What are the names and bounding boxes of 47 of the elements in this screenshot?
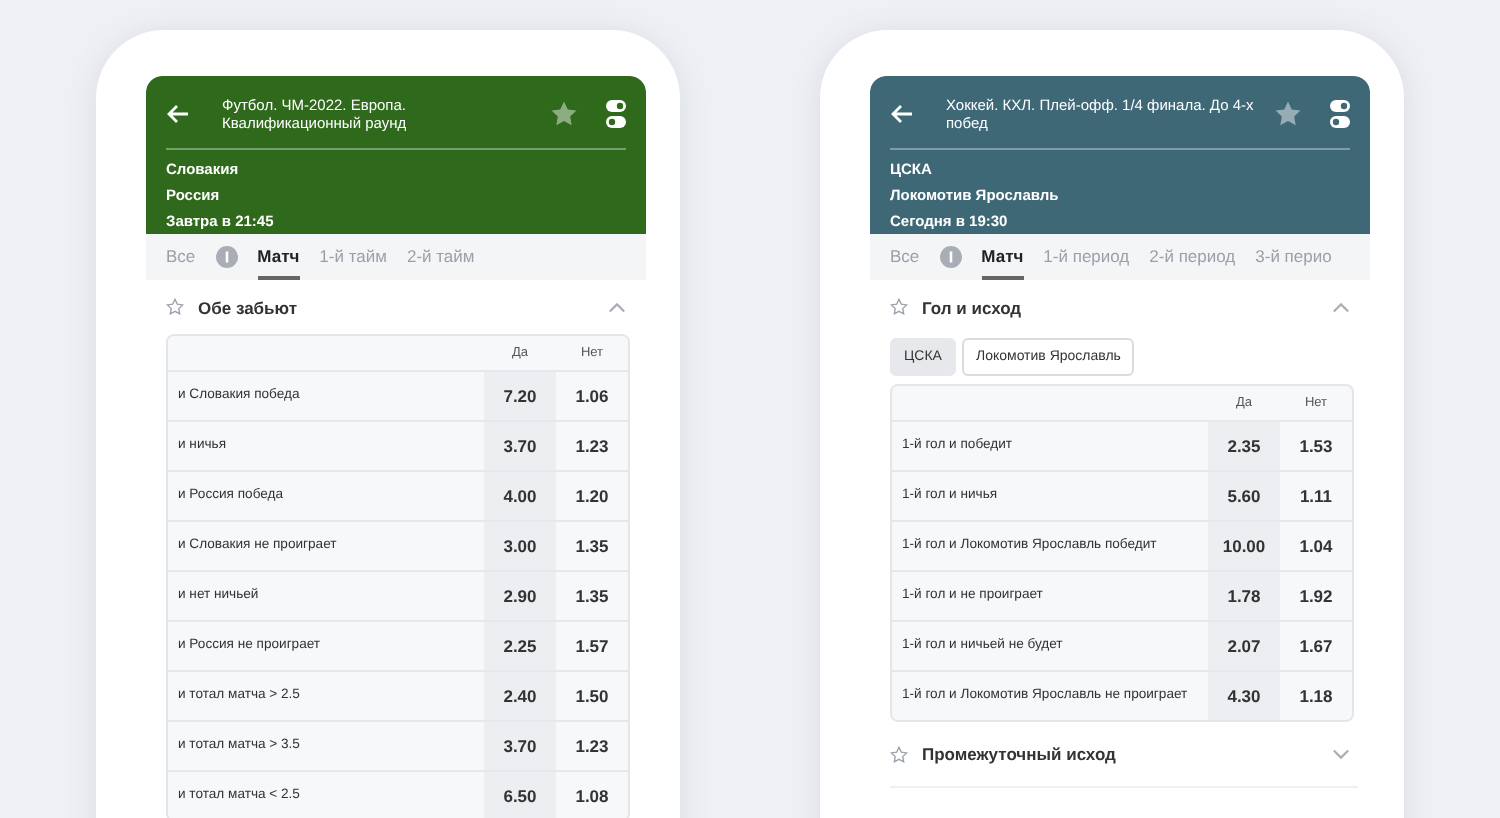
- odds-cell[interactable]: 1.57: [556, 622, 628, 670]
- odds-cell[interactable]: 2.25: [484, 622, 556, 670]
- odds-cell[interactable]: 1.78: [1208, 572, 1280, 620]
- info-icon[interactable]: [215, 246, 238, 268]
- odds-cell[interactable]: 3.00: [484, 522, 556, 570]
- odds-cell[interactable]: 2.35: [1208, 422, 1280, 470]
- odds-cell[interactable]: 1.08: [556, 772, 628, 818]
- odds-cell[interactable]: 1.11: [1280, 472, 1352, 520]
- odds-cell[interactable]: 2.07: [1208, 622, 1280, 670]
- odds-cell[interactable]: 1.35: [556, 572, 628, 620]
- odds-cell[interactable]: 1.04: [1280, 522, 1352, 570]
- odds-cell[interactable]: 1.06: [556, 372, 628, 420]
- odds-cell[interactable]: 5.60: [1208, 472, 1280, 520]
- odds-cell[interactable]: 6.50: [484, 772, 556, 818]
- star-outline-icon[interactable]: [890, 745, 908, 763]
- odds-cell[interactable]: 1.20: [556, 472, 628, 520]
- odds-cell[interactable]: 10.00: [1208, 522, 1280, 570]
- odds-cell[interactable]: 2.90: [484, 572, 556, 620]
- odds-cell[interactable]: 1.23: [556, 722, 628, 770]
- back-arrow-icon[interactable]: [166, 104, 190, 124]
- odds-cell[interactable]: 2.40: [484, 672, 556, 720]
- chevron-up-icon[interactable]: [1332, 301, 1350, 313]
- odds-cell[interactable]: 1.50: [556, 672, 628, 720]
- odds-cell[interactable]: 4.00: [484, 472, 556, 520]
- toggle-icon[interactable]: [1330, 100, 1350, 128]
- odds-cell[interactable]: 7.20: [484, 372, 556, 420]
- star-icon[interactable]: [1274, 100, 1302, 128]
- back-arrow-icon[interactable]: [890, 104, 914, 124]
- star-outline-icon[interactable]: [166, 298, 184, 316]
- odds-cell[interactable]: 3.70: [484, 422, 556, 470]
- chevron-up-icon[interactable]: [608, 301, 626, 313]
- chevron-down-icon[interactable]: [1332, 748, 1350, 760]
- odds-cell[interactable]: 3.70: [484, 722, 556, 770]
- odds-cell[interactable]: 1.23: [556, 422, 628, 470]
- odds-cell[interactable]: 1.53: [1280, 422, 1352, 470]
- toggle-icon[interactable]: [606, 100, 626, 128]
- section-title: Гол и исход: [922, 297, 1024, 317]
- section-title: Промежуточный исход: [922, 744, 1118, 764]
- section-title: Обе забьют: [198, 297, 299, 317]
- odds-cell[interactable]: 1.67: [1280, 622, 1352, 670]
- odds-cell[interactable]: 1.35: [556, 522, 628, 570]
- star-outline-icon[interactable]: [890, 298, 908, 316]
- star-icon[interactable]: [550, 100, 578, 128]
- odds-cell[interactable]: 4.30: [1208, 672, 1280, 720]
- odds-cell[interactable]: 1.18: [1280, 672, 1352, 720]
- odds-cell[interactable]: 1.92: [1280, 572, 1352, 620]
- info-icon[interactable]: [939, 246, 962, 268]
